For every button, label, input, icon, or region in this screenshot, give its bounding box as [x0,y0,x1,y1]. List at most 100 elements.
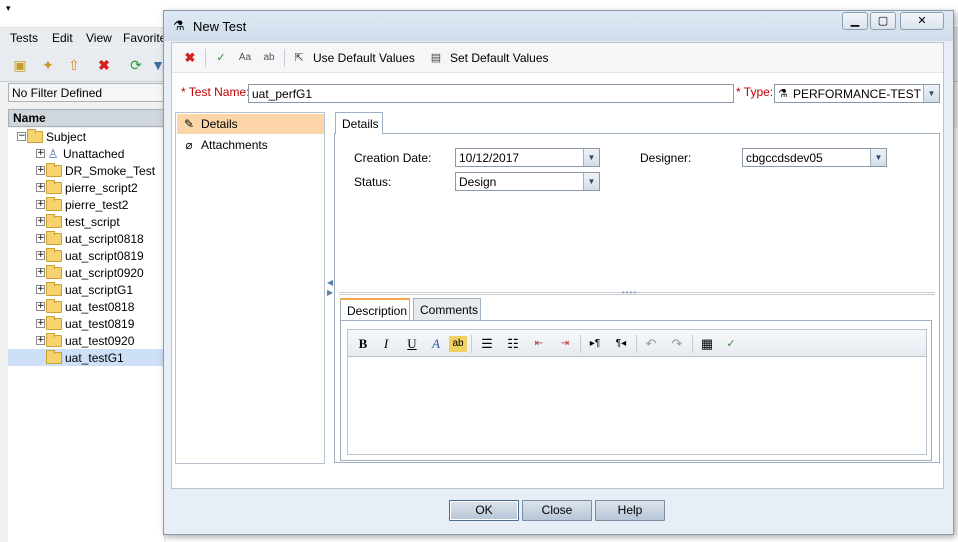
expand-icon[interactable]: + [36,234,45,243]
splitter-arrows-icon[interactable]: ◀ ▶ [327,278,333,298]
menu-favorites[interactable]: Favorite [123,31,166,45]
tree-column-header[interactable]: Name [8,109,164,127]
folder-icon [46,213,62,228]
rtl-icon[interactable]: ¶◂ [612,336,630,352]
folder-icon [46,349,62,364]
expand-icon[interactable]: + [36,149,45,158]
folder-icon [46,298,62,313]
tree-node[interactable]: + pierre_script2 [36,179,138,196]
expand-icon[interactable]: + [36,285,45,294]
new-test-icon[interactable]: ✦ [40,57,56,73]
tree-node-unattached[interactable]: + ♙ Unattached [36,145,124,162]
help-button[interactable]: Help [595,500,665,521]
tree-node[interactable]: + DR_Smoke_Test [36,162,155,179]
dialog-titlebar[interactable]: ⚗ New Test ▁ ▢ ✕ [164,11,953,41]
grip-dots-icon: •••• [622,288,638,297]
dialog-body: ✖ ✓ Aa ab ⇱ Use Default Values ▤ Set Def… [171,42,944,489]
tree-node-label: DR_Smoke_Test [65,163,156,178]
maximize-button[interactable]: ▢ [870,12,896,30]
thesaurus-icon[interactable]: Aa [236,50,254,66]
flask-icon: ⚗ [778,88,788,100]
new-folder-icon[interactable]: ▣ [12,57,28,73]
expand-icon[interactable]: + [36,183,45,192]
close-window-button[interactable]: ✕ [900,12,944,30]
set-defaults-icon[interactable]: ▤ [427,50,445,66]
minimize-button[interactable]: ▁ [842,12,868,30]
expand-icon[interactable]: + [36,302,45,311]
designer-select[interactable]: cbgccdsdev05 ▼ [742,148,887,167]
chevron-down-icon[interactable]: ▼ [583,149,599,166]
expand-icon[interactable]: + [36,166,45,175]
tree-node-label: test_script [65,214,120,229]
tree-node-label: uat_scriptG1 [65,282,134,297]
spell-check-icon[interactable]: ✓ [212,50,230,66]
tree-node[interactable]: + uat_script0819 [36,247,144,264]
menu-tests[interactable]: Tests [10,31,38,45]
description-textarea[interactable] [347,357,927,455]
tree-node-subject[interactable]: − Subject [17,128,86,145]
tree-node-selected[interactable]: uat_testG1 [8,349,164,366]
collapse-icon[interactable]: − [17,132,26,141]
tree-node-label: uat_testG1 [65,350,124,365]
spelling-options-icon[interactable]: ab [260,50,278,66]
creation-date-picker[interactable]: 10/12/2017 ▼ [455,148,600,167]
bullet-list-icon[interactable]: ☰ [478,336,496,352]
tree-node[interactable]: + test_script [36,213,120,230]
tab-description[interactable]: Description [340,298,410,320]
ok-button[interactable]: OK [449,500,519,521]
expand-icon[interactable]: + [36,319,45,328]
delete-icon[interactable]: ✖ [96,57,112,73]
bold-icon[interactable]: B [354,336,372,352]
nav-item-details[interactable]: ✎ Details [177,114,324,134]
expand-icon[interactable]: + [36,268,45,277]
folder-icon [46,230,62,245]
use-defaults-icon[interactable]: ⇱ [290,50,308,66]
redo-icon[interactable]: ↷ [668,336,686,352]
undo-icon[interactable]: ↶ [642,336,660,352]
clear-icon[interactable]: ✖ [181,50,199,66]
italic-icon[interactable]: I [377,336,395,352]
decrease-indent-icon[interactable]: ⇤ [530,336,548,352]
type-select[interactable]: ⚗ PERFORMANCE-TEST ▼ [774,84,940,103]
folder-icon [46,281,62,296]
nav-item-attachments[interactable]: ⌀ Attachments [177,135,324,155]
tab-details[interactable]: Details [335,112,383,134]
set-default-values-button[interactable]: Set Default Values [450,51,549,65]
tree-node[interactable]: + uat_test0818 [36,298,134,315]
move-up-icon[interactable]: ⇧ [66,57,82,73]
tree-node[interactable]: + uat_test0819 [36,315,134,332]
table-icon[interactable]: ▦ [698,336,716,352]
toolbar-separator [205,49,206,67]
tab-comments[interactable]: Comments [413,298,481,320]
chevron-down-icon[interactable]: ▼ [583,173,599,190]
spell-check-icon[interactable]: ✓ [722,336,740,352]
tree-node[interactable]: + uat_script0920 [36,264,144,281]
ltr-icon[interactable]: ▸¶ [586,336,604,352]
tree-node[interactable]: + pierre_test2 [36,196,128,213]
dropdown-arrow-icon[interactable]: ▾ [6,3,11,14]
expand-icon[interactable]: + [36,336,45,345]
expand-icon[interactable]: + [36,217,45,226]
expand-icon[interactable]: + [36,200,45,209]
close-button[interactable]: Close [522,500,592,521]
tree-node[interactable]: + uat_script0818 [36,230,144,247]
designer-value: cbgccdsdev05 [746,151,823,165]
status-select[interactable]: Design ▼ [455,172,600,191]
test-name-input[interactable] [248,84,734,103]
tree-node[interactable]: + uat_test0920 [36,332,134,349]
highlight-icon[interactable]: ab [449,336,467,352]
increase-indent-icon[interactable]: ⇥ [556,336,574,352]
type-value: PERFORMANCE-TEST [793,87,922,101]
font-color-icon[interactable]: A [427,336,445,352]
refresh-icon[interactable]: ⟳ [128,57,144,73]
use-default-values-button[interactable]: Use Default Values [313,51,415,65]
chevron-down-icon[interactable]: ▼ [870,149,886,166]
expand-icon[interactable]: + [36,251,45,260]
tree-node-label: Subject [46,129,87,144]
underline-icon[interactable]: U [403,336,421,352]
chevron-down-icon[interactable]: ▼ [923,85,939,102]
menu-edit[interactable]: Edit [52,31,73,45]
tree-node[interactable]: + uat_scriptG1 [36,281,133,298]
menu-view[interactable]: View [86,31,112,45]
numbered-list-icon[interactable]: ☷ [504,336,522,352]
